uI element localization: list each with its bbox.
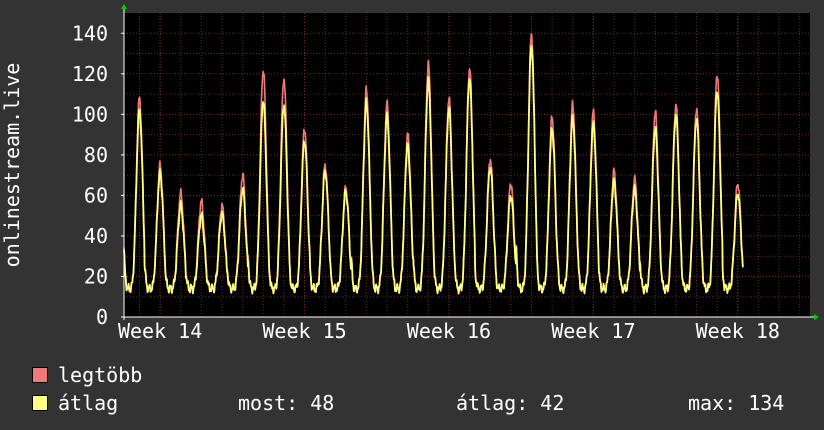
legend-label-atlag: átlag	[58, 391, 119, 415]
y-axis-label: onlinestream.live	[0, 62, 24, 268]
y-tick-label: 100	[72, 102, 108, 126]
legend-swatch-legtobb	[32, 367, 48, 383]
stat-max: max: 134	[688, 391, 785, 415]
stat-most: most: 48	[238, 391, 335, 415]
legend-swatch-atlag	[32, 395, 48, 411]
y-tick-label: 40	[84, 224, 108, 248]
y-axis-arrow-icon	[121, 4, 127, 9]
y-tick-label: 140	[72, 21, 108, 45]
y-tick-label: 120	[72, 62, 108, 86]
x-tick-label: Week 18	[696, 319, 780, 343]
x-tick-label: Week 17	[551, 319, 635, 343]
y-tick-label: 0	[96, 305, 108, 329]
y-tick-label: 60	[84, 183, 108, 207]
x-axis-arrow-icon	[814, 314, 819, 320]
stat-atlag: átlag: 42	[456, 391, 565, 415]
y-tick-label: 20	[84, 264, 108, 288]
x-tick-label: Week 15	[262, 319, 346, 343]
x-tick-label: Week 14	[118, 319, 202, 343]
legend-label-legtobb: legtöbb	[58, 363, 143, 387]
x-tick-label: Week 16	[407, 319, 491, 343]
y-tick-label: 80	[84, 143, 108, 167]
